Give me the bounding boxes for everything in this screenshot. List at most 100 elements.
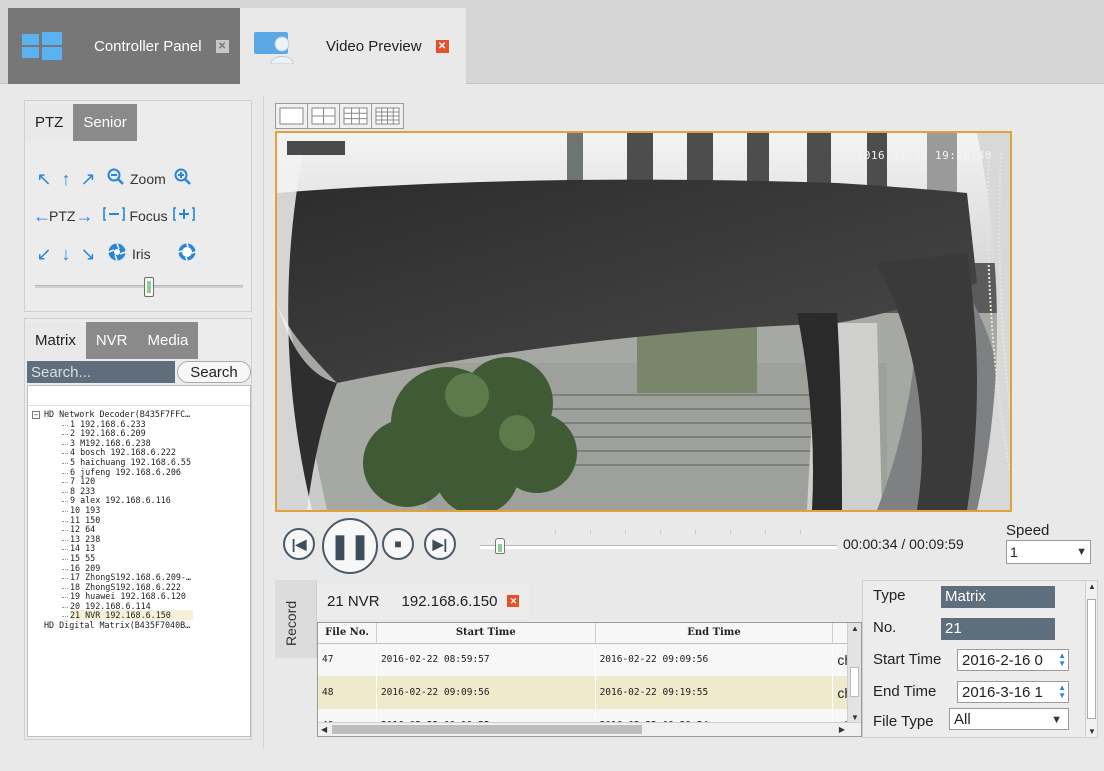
- tree-item[interactable]: 7 120: [32, 476, 250, 487]
- scroll-down-icon[interactable]: ▼: [1088, 727, 1096, 736]
- zoom-in-icon[interactable]: [174, 168, 192, 191]
- left-panel: PTZ Senior ↖ ↑ ↗ Zoom ← PTZ → Focus ↙ ↓ …: [24, 100, 252, 740]
- focus-far-icon[interactable]: [172, 206, 195, 226]
- tree-item[interactable]: 15 55: [32, 553, 250, 564]
- layout-3x3-button[interactable]: [339, 103, 372, 129]
- tree-item[interactable]: 13 238: [32, 534, 250, 545]
- focus-near-icon[interactable]: [103, 206, 126, 226]
- tab-nvr[interactable]: NVR: [85, 322, 138, 359]
- layout-4x4-button[interactable]: [371, 103, 404, 129]
- arrow-down-right-icon[interactable]: ↘: [77, 244, 99, 265]
- start-time-field[interactable]: 2016-2-16 0 ▲ ▼: [957, 649, 1069, 671]
- table-vertical-scrollbar[interactable]: ▲ ▼: [847, 623, 861, 723]
- tree-item[interactable]: 14 13: [32, 544, 250, 554]
- file-type-select[interactable]: All ▼: [949, 708, 1069, 730]
- record-tab-title: 21 NVR: [327, 592, 380, 610]
- record-tab[interactable]: 21 NVR 192.168.6.150 ✕: [317, 583, 530, 619]
- tree-item[interactable]: 9 alex 192.168.6.116: [32, 496, 250, 506]
- tree-item[interactable]: 11 150: [32, 515, 250, 526]
- video-viewport[interactable]: 2016-02-22 19:10:40: [275, 131, 1012, 512]
- speed-select[interactable]: 1 ▼: [1006, 540, 1091, 564]
- form-scrollbar[interactable]: ▲ ▼: [1085, 581, 1097, 737]
- scroll-right-icon[interactable]: ▶: [839, 725, 845, 734]
- app-tab-bar: Controller Panel ✕ Video Preview ✕: [0, 0, 1104, 84]
- playback-progress-handle[interactable]: [495, 538, 506, 554]
- type-field[interactable]: Matrix: [941, 586, 1055, 608]
- stop-icon: ■: [394, 537, 402, 551]
- spinner-icon[interactable]: ▲ ▼: [1058, 652, 1066, 668]
- tab-controller-panel[interactable]: Controller Panel ✕: [8, 8, 240, 84]
- end-time-field[interactable]: 2016-3-16 1 ▲ ▼: [957, 681, 1069, 703]
- arrow-up-right-icon[interactable]: ↗: [77, 169, 99, 190]
- no-label: No.: [873, 619, 897, 636]
- ptz-speed-slider-track[interactable]: [35, 285, 243, 288]
- stop-button[interactable]: ■: [382, 528, 414, 560]
- skip-back-icon: |◀: [291, 535, 307, 552]
- tree-item[interactable]: 10 193: [32, 505, 250, 516]
- record-file-table: File No. Start Time End Time I 47 2016-0…: [317, 622, 862, 737]
- video-timestamp: 2016-02-22 19:10:40: [856, 149, 992, 162]
- tab-media[interactable]: Media: [137, 322, 199, 359]
- pause-icon: ❚❚: [329, 532, 371, 560]
- tree-item[interactable]: 12 64: [32, 524, 250, 535]
- device-tree: − HD Network Decoder(B435F7FFC… 1 192.168…: [27, 385, 251, 737]
- tab-senior[interactable]: Senior: [73, 104, 137, 141]
- file-type-label: File Type: [873, 713, 934, 730]
- tab-ptz[interactable]: PTZ: [25, 104, 74, 141]
- arrow-down-icon[interactable]: ↓: [55, 244, 77, 265]
- ptz-control-box: PTZ Senior ↖ ↑ ↗ Zoom ← PTZ → Focus ↙ ↓ …: [24, 100, 252, 312]
- table-row[interactable]: 47 2016-02-22 08:59:57 2016-02-22 09:09:…: [318, 643, 861, 676]
- scroll-up-icon[interactable]: ▲: [1088, 582, 1096, 591]
- layout-selector: [275, 103, 404, 129]
- arrow-left-icon[interactable]: ←: [33, 206, 51, 227]
- panel-divider[interactable]: [263, 96, 264, 748]
- table-row[interactable]: 48 2016-02-22 09:09:56 2016-02-22 09:19:…: [318, 676, 861, 709]
- iris-close-icon[interactable]: [177, 242, 197, 266]
- layout-1x1-button[interactable]: [275, 103, 308, 129]
- column-file-no[interactable]: File No.: [318, 623, 377, 644]
- device-tree-box: Matrix NVR Media Search −HD Network Deco…: [24, 318, 252, 740]
- iris-label: Iris: [132, 246, 151, 262]
- scroll-down-icon[interactable]: ▼: [851, 713, 859, 722]
- chevron-down-icon: ▼: [1051, 714, 1062, 726]
- spinner-icon[interactable]: ▲ ▼: [1058, 684, 1066, 700]
- tab-video-label: Video Preview: [326, 37, 422, 55]
- layout-2x2-button[interactable]: [307, 103, 340, 129]
- column-start-time[interactable]: Start Time: [376, 623, 596, 644]
- arrow-up-left-icon[interactable]: ↖: [33, 169, 55, 190]
- tree-root-matrix[interactable]: HD Digital Matrix(B435F7040B…: [32, 620, 250, 631]
- close-icon[interactable]: ✕: [435, 39, 449, 53]
- search-button[interactable]: Search: [177, 361, 251, 383]
- arrow-right-icon[interactable]: →: [75, 206, 93, 227]
- tab-matrix[interactable]: Matrix: [25, 322, 86, 359]
- tree-item[interactable]: 6 jufeng 192.168.6.206: [32, 467, 250, 478]
- no-field[interactable]: 21: [941, 618, 1055, 640]
- arrow-up-icon[interactable]: ↑: [55, 169, 77, 190]
- scroll-left-icon[interactable]: ◀: [321, 725, 327, 734]
- search-input[interactable]: [27, 361, 175, 383]
- close-icon[interactable]: ✕: [507, 595, 520, 607]
- camera-frame-image: [277, 133, 1010, 510]
- table-horizontal-scrollbar[interactable]: ◀ ▶: [318, 722, 861, 736]
- ptz-speed-slider-handle[interactable]: [144, 277, 155, 297]
- pause-button[interactable]: ❚❚: [322, 518, 378, 574]
- chevron-down-icon: ▼: [1076, 546, 1087, 558]
- osd-overlay-box: [287, 141, 345, 155]
- column-end-time[interactable]: End Time: [595, 623, 834, 644]
- record-filter-form: Type Matrix No. 21 Start Time 2016-2-16 …: [862, 580, 1098, 738]
- arrow-down-left-icon[interactable]: ↙: [33, 244, 55, 265]
- zoom-out-icon[interactable]: [107, 168, 125, 191]
- previous-button[interactable]: |◀: [283, 528, 315, 560]
- tab-video-preview[interactable]: Video Preview ✕: [240, 8, 466, 84]
- skip-forward-icon: ▶|: [432, 535, 448, 552]
- playback-progress-track[interactable]: [480, 545, 837, 549]
- record-side-tab[interactable]: Record: [275, 580, 317, 658]
- scroll-up-icon[interactable]: ▲: [851, 624, 859, 633]
- tree-item[interactable]: 21 NVR 192.168.6.150: [32, 610, 250, 621]
- tab-controller-label: Controller Panel: [94, 37, 202, 55]
- close-icon[interactable]: ✕: [215, 39, 229, 53]
- collapse-icon[interactable]: −: [32, 410, 40, 419]
- end-time-label: End Time: [873, 683, 937, 700]
- next-button[interactable]: ▶|: [424, 528, 456, 560]
- iris-open-icon[interactable]: [107, 242, 127, 266]
